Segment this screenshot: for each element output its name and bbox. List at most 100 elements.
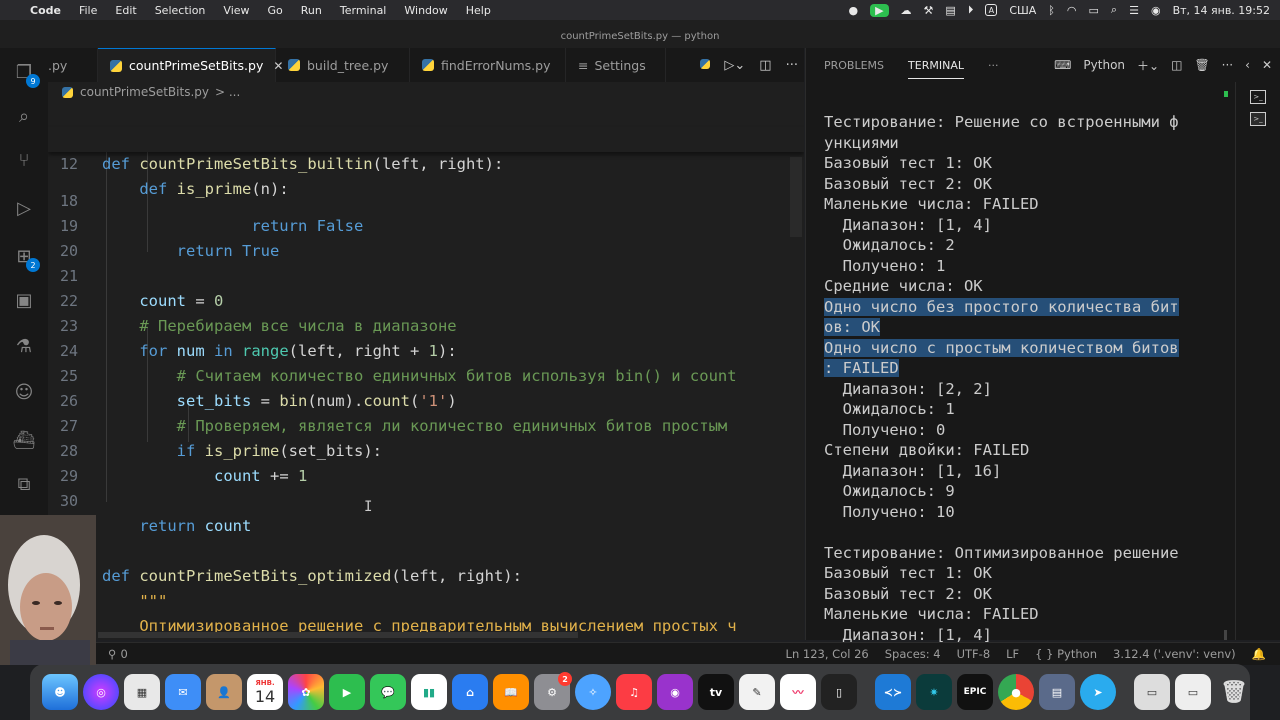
- menu-help[interactable]: Help: [466, 4, 491, 17]
- breadcrumb-separator[interactable]: > ...: [215, 85, 240, 99]
- clock[interactable]: Вт, 14 янв. 19:52: [1173, 4, 1270, 17]
- tool-icon[interactable]: ⚒: [924, 4, 934, 17]
- battery-icon[interactable]: ▭: [1089, 4, 1099, 17]
- tab-build-tree[interactable]: build_tree.py: [276, 48, 410, 82]
- cursor-position[interactable]: Ln 123, Col 26: [786, 647, 869, 661]
- search-icon[interactable]: ⌕: [12, 104, 36, 128]
- wifi-icon[interactable]: ◠: [1067, 4, 1077, 17]
- horizontal-scrollbar[interactable]: [98, 632, 578, 638]
- control-center-icon[interactable]: ☰: [1129, 4, 1139, 17]
- new-terminal-icon[interactable]: ＋⌄: [1137, 57, 1159, 74]
- remote-explorer-icon[interactable]: ▣: [12, 288, 36, 312]
- vscode-icon[interactable]: ≺≻: [875, 674, 911, 710]
- breadcrumb-file[interactable]: countPrimeSetBits.py: [80, 85, 209, 99]
- python-interpreter[interactable]: 3.12.4 ('.venv': venv): [1113, 647, 1236, 661]
- recent-window-icon[interactable]: ▭: [1134, 674, 1170, 710]
- bluetooth-icon[interactable]: ᛒ: [1048, 4, 1055, 17]
- language-mode[interactable]: { } Python: [1035, 647, 1097, 661]
- contacts-icon[interactable]: 👤: [206, 674, 242, 710]
- iphone-mirroring-icon[interactable]: ▯: [821, 674, 857, 710]
- notifications-icon[interactable]: 🔔: [1252, 647, 1266, 661]
- encoding[interactable]: UTF-8: [957, 647, 991, 661]
- podcasts-icon[interactable]: ◉: [657, 674, 693, 710]
- menu-terminal[interactable]: Terminal: [340, 4, 387, 17]
- music-icon[interactable]: ♫: [616, 674, 652, 710]
- python-run-icon[interactable]: [700, 58, 711, 73]
- menu-view[interactable]: View: [223, 4, 249, 17]
- run-icon[interactable]: ▷⌄: [724, 58, 745, 73]
- cursor-app-icon[interactable]: ✷: [916, 674, 952, 710]
- chrome-icon[interactable]: ●: [998, 674, 1034, 710]
- terminal-instance-icon[interactable]: >_: [1250, 112, 1266, 126]
- terminal-instance-icon[interactable]: >_: [1250, 90, 1266, 104]
- run-debug-icon[interactable]: ▷: [12, 196, 36, 220]
- panel-more-icon[interactable]: ···: [988, 59, 999, 72]
- chevron-left-icon[interactable]: ‹: [1245, 58, 1250, 72]
- play-icon[interactable]: ⏵: [968, 3, 974, 17]
- numbers-icon[interactable]: ▮▮: [411, 674, 447, 710]
- menu-run[interactable]: Run: [301, 4, 322, 17]
- menu-go[interactable]: Go: [268, 4, 283, 17]
- extensions-icon[interactable]: ⊞ 2: [12, 244, 40, 272]
- tab-countprimesetbits[interactable]: countPrimeSetBits.py ✕: [98, 48, 283, 82]
- end-of-line[interactable]: LF: [1006, 647, 1019, 661]
- terminal-output[interactable]: Тестирование: Решение со встроенными ф ун…: [824, 112, 1224, 645]
- more-icon[interactable]: ···: [1222, 58, 1233, 72]
- ports-count[interactable]: 0: [120, 647, 127, 661]
- messages-icon[interactable]: 💬: [370, 674, 406, 710]
- keynote-icon[interactable]: ⌂: [452, 674, 488, 710]
- input-source-icon[interactable]: A: [985, 4, 998, 16]
- split-icon[interactable]: ⧉: [12, 472, 36, 496]
- docker-icon[interactable]: ⛴: [12, 428, 36, 452]
- recent-document-icon[interactable]: ▭: [1175, 674, 1211, 710]
- doc-icon[interactable]: ▤: [945, 4, 955, 17]
- tab-previous-py[interactable]: .py: [48, 48, 98, 82]
- siri-icon[interactable]: ◉: [1151, 4, 1161, 17]
- siri-icon[interactable]: ◎: [83, 674, 119, 710]
- copilot-icon[interactable]: ☺: [12, 380, 36, 404]
- mail-icon[interactable]: ✉: [165, 674, 201, 710]
- epic-games-icon[interactable]: EPIC: [957, 674, 993, 710]
- menu-file[interactable]: File: [79, 4, 97, 17]
- system-settings-icon[interactable]: ⚙ 2: [534, 672, 572, 710]
- freeform-icon[interactable]: 〰: [780, 674, 816, 710]
- creative-cloud-icon[interactable]: ☁: [901, 4, 912, 17]
- launchpad-icon[interactable]: ▦: [124, 674, 160, 710]
- split-terminal-icon[interactable]: ◫: [1171, 58, 1182, 72]
- safari-icon[interactable]: ✧: [575, 674, 611, 710]
- facetime-icon[interactable]: ▶: [870, 3, 889, 17]
- menu-edit[interactable]: Edit: [115, 4, 136, 17]
- terminal-shell-icon[interactable]: ⌨: [1054, 58, 1071, 72]
- editor-scrollbar[interactable]: [790, 157, 802, 237]
- telegram-icon[interactable]: ➤: [1080, 674, 1116, 710]
- terminal-scrollbar[interactable]: [1224, 630, 1227, 640]
- apple-tv-icon[interactable]: tv: [698, 674, 734, 710]
- trash-icon[interactable]: 🗑: [1216, 674, 1252, 710]
- close-panel-icon[interactable]: ✕: [1262, 58, 1272, 72]
- calendar-icon[interactable]: ЯНВ. 14: [247, 674, 283, 710]
- ports-icon[interactable]: ⚲: [108, 647, 116, 661]
- record-icon[interactable]: ●: [848, 4, 858, 17]
- app-menu[interactable]: Code: [30, 4, 61, 17]
- facetime-icon[interactable]: ▶: [329, 674, 365, 710]
- finder-icon[interactable]: ☻: [42, 674, 78, 710]
- code-editor[interactable]: 5 def countPrimeSetBits_builtin(left, ri…: [48, 102, 804, 640]
- trash-icon[interactable]: 🗑: [1194, 58, 1209, 72]
- textedit-icon[interactable]: ✎: [739, 674, 775, 710]
- more-actions-icon[interactable]: ···: [786, 58, 798, 73]
- terminal-shell-label[interactable]: Python: [1083, 58, 1125, 72]
- menu-window[interactable]: Window: [404, 4, 447, 17]
- keyboard-layout[interactable]: США: [1009, 4, 1036, 17]
- source-control-icon[interactable]: ⑂: [12, 148, 36, 172]
- books-icon[interactable]: 📖: [493, 674, 529, 710]
- tab-settings[interactable]: ≡ Settings: [566, 48, 666, 82]
- tab-finderrornums[interactable]: findErrorNums.py: [410, 48, 566, 82]
- tab-terminal[interactable]: TERMINAL: [908, 59, 964, 79]
- menu-selection[interactable]: Selection: [155, 4, 206, 17]
- split-editor-icon[interactable]: ◫: [759, 58, 771, 73]
- tab-problems[interactable]: PROBLEMS: [824, 59, 884, 72]
- indentation[interactable]: Spaces: 4: [885, 647, 941, 661]
- explorer-icon[interactable]: ❐ 9: [12, 60, 40, 88]
- search-icon[interactable]: ⌕: [1111, 3, 1117, 17]
- testing-icon[interactable]: ⚗: [12, 334, 36, 358]
